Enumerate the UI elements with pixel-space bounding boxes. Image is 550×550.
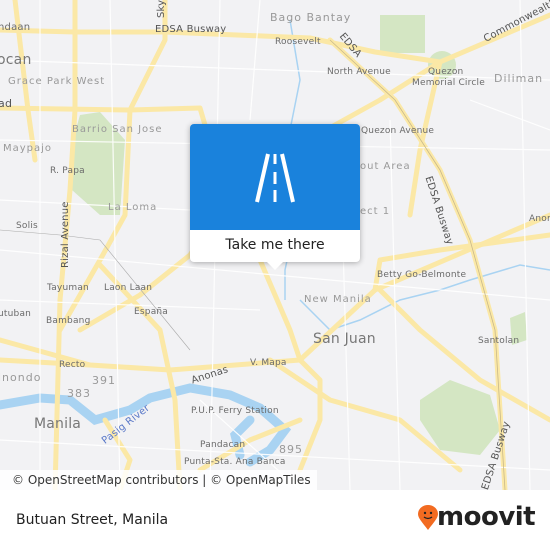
map-attribution[interactable]: © OpenStreetMap contributors | © OpenMap… <box>0 470 317 490</box>
place-label: utuban <box>0 309 32 319</box>
place-label: ect 1 <box>360 206 391 217</box>
place-label: Diliman <box>494 72 544 85</box>
road-label: ad <box>0 97 13 110</box>
place-label: Roosevelt <box>275 37 321 47</box>
place-label: ocan <box>0 52 32 68</box>
take-me-there-button[interactable]: Take me there <box>190 230 360 262</box>
place-label: New Manila <box>304 294 372 305</box>
road-label: Sky <box>156 0 167 18</box>
place-label: Punta-Sta. Ana Banca <box>184 457 286 467</box>
place-label: Grace Park West <box>8 76 106 87</box>
road-label: Quezon Avenue <box>361 126 435 136</box>
road-label: EDSA Busway <box>155 24 227 35</box>
route-label: 895 <box>279 443 303 456</box>
place-label: Betty Go-Belmonte <box>377 270 467 280</box>
footer: Butuan Street, Manila moovit <box>0 490 550 550</box>
place-label: Quezon <box>428 67 464 77</box>
moovit-logo-icon <box>418 505 438 530</box>
map[interactable]: ndaan EDSA Busway Sky Bago Bantay Roosev… <box>0 0 550 490</box>
place-label: Barrio San Jose <box>72 124 163 135</box>
moovit-logo-text: moovit <box>437 502 536 532</box>
place-label: ndaan <box>0 22 31 33</box>
place-label: North Avenue <box>327 67 391 77</box>
place-label: out Area <box>360 161 411 172</box>
road-icon <box>190 124 360 230</box>
location-title: Butuan Street, Manila <box>16 512 169 528</box>
route-label: 391 <box>92 374 116 387</box>
place-label: Bago Bantay <box>270 11 352 24</box>
place-label: España <box>134 307 169 317</box>
place-label: Laon Laan <box>104 283 153 293</box>
place-label: P.U.P. Ferry Station <box>191 406 279 416</box>
place-label: Manila <box>34 416 82 432</box>
take-me-there-popup[interactable]: Take me there <box>190 124 360 270</box>
place-label: inondo <box>0 371 42 384</box>
ninoy-aquino-park <box>380 15 425 53</box>
place-label: Recto <box>59 360 86 370</box>
route-label: 383 <box>67 387 91 400</box>
place-label: La Loma <box>108 202 158 213</box>
road-label: Rizal Avenue <box>60 201 71 268</box>
place-label: R. Papa <box>50 166 85 176</box>
place-label: Anon <box>529 214 550 224</box>
place-label: Maypajo <box>3 143 53 154</box>
place-label: Pandacan <box>200 440 246 450</box>
place-label: San Juan <box>313 331 376 347</box>
place-label: Santolan <box>478 336 520 346</box>
place-label: Bambang <box>46 316 91 326</box>
place-label: Memorial Circle <box>412 78 485 88</box>
place-label: Solis <box>16 221 38 231</box>
road-label: V. Mapa <box>250 358 287 368</box>
place-label: Tayuman <box>47 283 89 293</box>
